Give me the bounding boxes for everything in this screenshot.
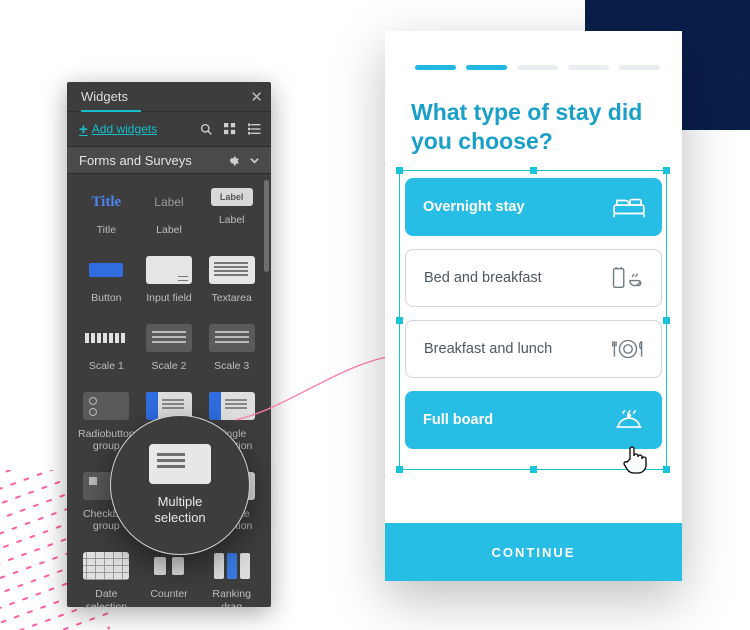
breakfast-icon — [611, 263, 645, 293]
option-overnight-stay[interactable]: Overnight stay — [405, 178, 662, 236]
option-bed-and-breakfast[interactable]: Bed and breakfast — [405, 249, 662, 307]
widget-scale-2[interactable]: Scale 2 — [140, 324, 199, 372]
add-widgets-link[interactable]: + Add widgets — [79, 121, 157, 138]
option-label: Bed and breakfast — [424, 270, 542, 286]
widget-input-field[interactable]: Input field — [140, 256, 199, 304]
section-title: Forms and Surveys — [79, 153, 192, 168]
option-label: Overnight stay — [423, 199, 525, 215]
progress-seg — [415, 65, 456, 70]
cloche-icon — [612, 405, 646, 435]
option-label: Breakfast and lunch — [424, 341, 552, 357]
widget-textarea[interactable]: Textarea — [202, 256, 261, 304]
search-icon[interactable] — [199, 122, 213, 136]
option-breakfast-and-lunch[interactable]: Breakfast and lunch — [405, 320, 662, 378]
progress-bar — [385, 31, 682, 70]
panel-scrollbar[interactable] — [264, 180, 269, 272]
panel-title: Widgets — [81, 89, 128, 104]
plus-icon: + — [79, 121, 88, 138]
phone-mock: What type of stay did you choose? Overni… — [385, 31, 682, 581]
list-view-icon[interactable] — [247, 122, 261, 136]
widget-button[interactable]: Button — [77, 256, 136, 304]
widget-ranking-drag[interactable]: Ranking drag — [202, 552, 261, 607]
chevron-down-icon[interactable] — [247, 153, 261, 167]
progress-seg — [619, 65, 660, 70]
option-full-board[interactable]: Full board — [405, 391, 662, 449]
option-label: Full board — [423, 412, 493, 428]
progress-seg — [517, 65, 558, 70]
spotlight-thumb — [149, 444, 211, 484]
bed-icon — [612, 192, 646, 222]
option-list: Overnight stay Bed and breakfast Breakfa… — [385, 156, 682, 449]
close-icon[interactable]: ✕ — [250, 88, 263, 106]
progress-seg — [466, 65, 507, 70]
progress-seg — [568, 65, 609, 70]
spotlight-widget[interactable]: Multiple selection — [110, 415, 250, 555]
widget-title[interactable]: TitleTitle — [77, 188, 136, 236]
gear-icon[interactable] — [225, 153, 239, 167]
widget-scale-1[interactable]: Scale 1 — [77, 324, 136, 372]
lunch-icon — [611, 334, 645, 364]
widget-label[interactable]: LabelLabel — [140, 188, 199, 236]
widget-counter[interactable]: Counter — [140, 552, 199, 607]
continue-button[interactable]: CONTINUE — [385, 523, 682, 581]
spotlight-label: Multiple selection — [154, 494, 205, 525]
widget-date-selection[interactable]: Date selection — [77, 552, 136, 607]
widget-label-box[interactable]: LabelLabel — [202, 188, 261, 236]
widget-scale-3[interactable]: Scale 3 — [202, 324, 261, 372]
survey-question: What type of stay did you choose? — [385, 70, 682, 156]
grid-view-icon[interactable] — [223, 122, 237, 136]
add-widgets-label: Add widgets — [92, 122, 157, 136]
